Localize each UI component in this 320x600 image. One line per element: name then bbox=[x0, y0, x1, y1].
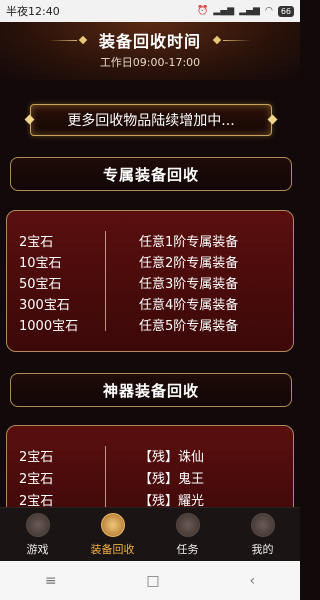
item-label: 【残】鬼王 bbox=[139, 472, 205, 487]
item-label: 任意4阶专属装备 bbox=[139, 298, 239, 313]
cost-label: 10宝石 bbox=[19, 256, 62, 271]
equipment-recycle-icon bbox=[100, 513, 125, 537]
more-items-banner[interactable]: 更多回收物品陆续增加中... bbox=[24, 104, 278, 136]
system-nav-bar: ≡ □ ‹ bbox=[0, 561, 300, 600]
work-hours: 工作日09:00-17:00 bbox=[99, 56, 201, 69]
exclusive-recycle-card: 2宝石 任意1阶专属装备 10宝石 任意2阶专属装备 50宝石 任意3阶专属装备… bbox=[6, 210, 294, 352]
item-label: 任意1阶专属装备 bbox=[139, 235, 239, 250]
page-header: 装备回收时间 工作日09:00-17:00 bbox=[0, 22, 300, 80]
recycle-row[interactable]: 50宝石 任意3阶专属装备 bbox=[7, 273, 295, 293]
section-title-exclusive: 专属装备回收 bbox=[10, 157, 292, 191]
page-title: 装备回收时间 bbox=[98, 32, 201, 51]
nav-label: 我的 bbox=[251, 543, 274, 556]
cost-label: 1000宝石 bbox=[19, 319, 79, 334]
item-label: 任意5阶专属装备 bbox=[139, 319, 239, 334]
battery-icon: 66 bbox=[277, 5, 294, 17]
ornament-left-icon bbox=[48, 35, 89, 45]
bottom-nav: 游戏 装备回收 任务 我的 bbox=[0, 507, 300, 562]
item-label: 任意2阶专属装备 bbox=[139, 256, 239, 271]
signal-icon-2: ▂▄▆ bbox=[239, 6, 260, 16]
nav-profile[interactable]: 我的 bbox=[225, 508, 300, 562]
signal-icon: ▂▄▆ bbox=[213, 6, 235, 16]
diamond-icon bbox=[267, 114, 278, 125]
nav-label: 游戏 bbox=[26, 543, 49, 556]
task-icon bbox=[175, 513, 200, 537]
cost-label: 300宝石 bbox=[19, 298, 70, 313]
nav-label: 任务 bbox=[176, 543, 199, 556]
cost-label: 2宝石 bbox=[19, 235, 54, 250]
section-title-text: 专属装备回收 bbox=[102, 165, 199, 184]
status-bar: 半夜12:40 ⏰ ▂▄▆ ▂▄▆ ◠ 66 bbox=[0, 0, 300, 22]
back-icon[interactable]: ‹ bbox=[249, 573, 255, 589]
wifi-icon: ◠ bbox=[264, 6, 273, 16]
alarm-icon: ⏰ bbox=[197, 6, 209, 16]
home-icon[interactable]: □ bbox=[146, 573, 159, 589]
recycle-row[interactable]: 2宝石 【残】鬼王 bbox=[7, 468, 295, 488]
status-time: 半夜12:40 bbox=[6, 5, 60, 18]
recycle-row[interactable]: 2宝石 任意1阶专属装备 bbox=[7, 231, 295, 251]
recycle-row[interactable]: 10宝石 任意2阶专属装备 bbox=[7, 252, 295, 272]
banner-text: 更多回收物品陆续增加中... bbox=[67, 113, 235, 129]
nav-game[interactable]: 游戏 bbox=[0, 508, 75, 562]
status-icons: ⏰ ▂▄▆ ▂▄▆ ◠ 66 bbox=[197, 5, 294, 17]
profile-icon bbox=[250, 513, 275, 537]
game-icon bbox=[25, 513, 50, 537]
nav-equipment-recycle[interactable]: 装备回收 bbox=[75, 508, 150, 562]
recycle-row[interactable]: 300宝石 任意4阶专属装备 bbox=[7, 294, 295, 314]
section-title-text: 神器装备回收 bbox=[102, 381, 199, 400]
recycle-row[interactable]: 2宝石 【残】诛仙 bbox=[7, 446, 295, 466]
cost-label: 50宝石 bbox=[19, 277, 62, 292]
section-title-artifact: 神器装备回收 bbox=[10, 373, 292, 407]
menu-icon[interactable]: ≡ bbox=[45, 573, 57, 589]
ornament-right-icon bbox=[211, 35, 251, 45]
diamond-icon bbox=[24, 114, 35, 125]
item-label: 【残】诛仙 bbox=[139, 450, 205, 465]
nav-task[interactable]: 任务 bbox=[150, 508, 225, 562]
nav-label: 装备回收 bbox=[90, 543, 135, 556]
cost-label: 2宝石 bbox=[19, 472, 54, 487]
recycle-row[interactable]: 1000宝石 任意5阶专属装备 bbox=[7, 315, 295, 335]
item-label: 任意3阶专属装备 bbox=[139, 277, 239, 292]
cost-label: 2宝石 bbox=[19, 450, 54, 465]
